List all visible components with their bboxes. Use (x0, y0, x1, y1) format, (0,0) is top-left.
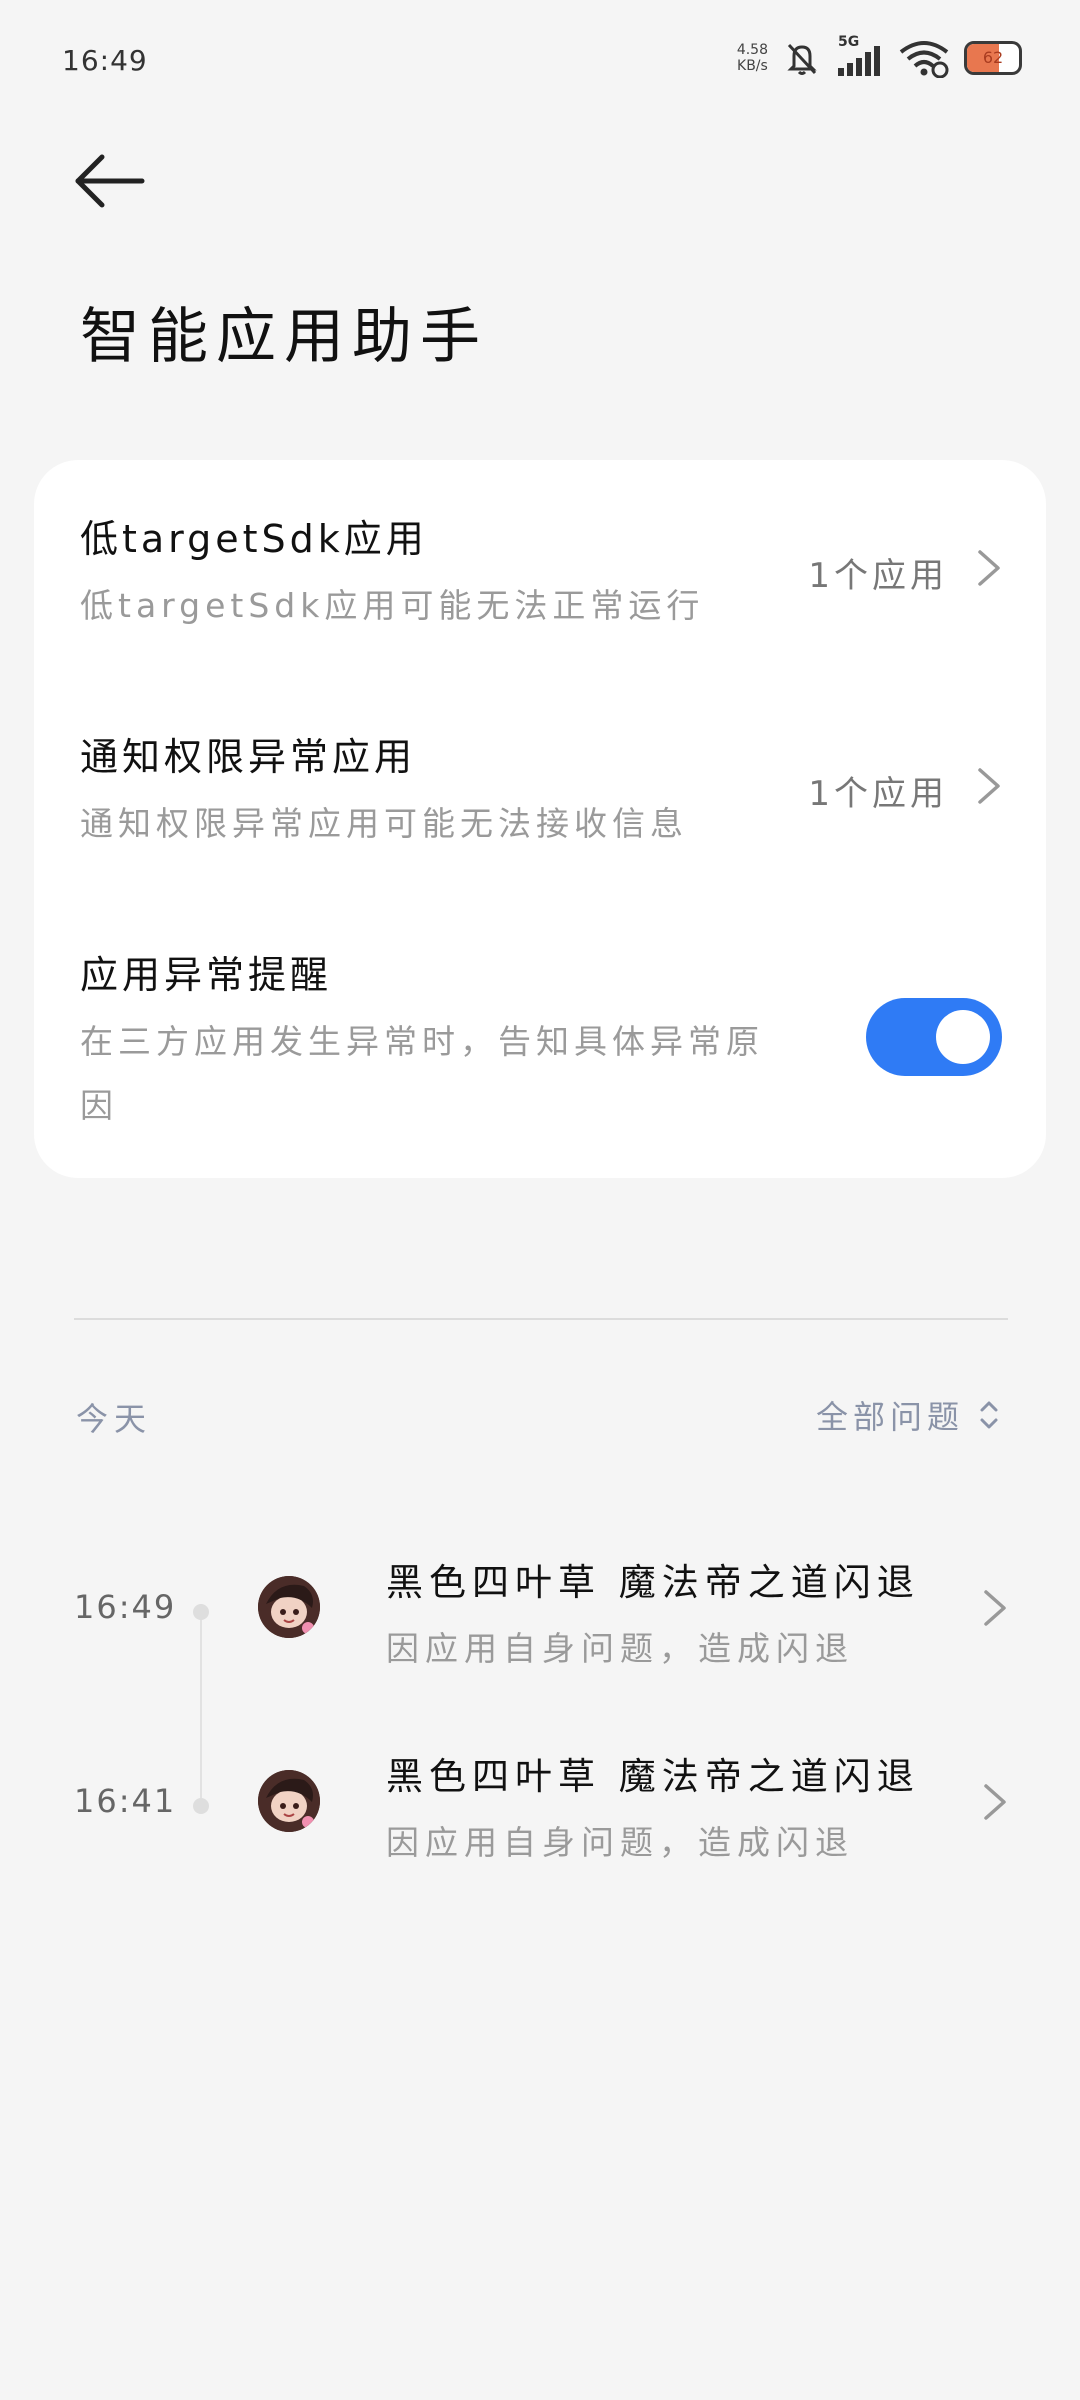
signal-group: 5G (836, 34, 884, 78)
setting-title: 低targetSdk应用 (80, 517, 428, 561)
status-icons: 4.58 KB/s 5G 62 (737, 34, 1022, 78)
chevron-up-down-icon (980, 1401, 998, 1429)
settings-card: 低targetSdk应用 低targetSdk应用可能无法正常运行 1个应用 通… (34, 460, 1046, 1178)
battery-level: 62 (982, 48, 1004, 67)
timeline-dot (193, 1798, 209, 1814)
setting-subtitle: 低targetSdk应用可能无法正常运行 (80, 586, 705, 625)
issue-filter-dropdown[interactable]: 全部问题 (816, 1392, 1000, 1438)
setting-row-low-target-sdk[interactable]: 低targetSdk应用 低targetSdk应用可能无法正常运行 1个应用 (34, 460, 1046, 670)
battery-icon: 62 (964, 41, 1022, 75)
setting-subtitle-line1: 在三方应用发生异常时，告知具体异常原 (80, 1022, 764, 1061)
app-exception-alert-toggle[interactable] (866, 998, 1002, 1076)
event-subtitle: 因应用自身问题，造成闪退 (386, 1823, 854, 1862)
timeline-dot (193, 1604, 209, 1620)
mute-bell-icon (787, 43, 817, 75)
chevron-right-icon (984, 1590, 1006, 1626)
list-item[interactable]: 16:41 黑色四叶草 魔法帝之道闪退 因应用自身问题，造成闪退 (0, 1708, 1080, 1888)
app-icon (258, 1576, 320, 1638)
back-arrow-icon[interactable] (72, 150, 152, 212)
setting-row-notification-permission[interactable]: 通知权限异常应用 通知权限异常应用可能无法接收信息 1个应用 (34, 678, 1046, 888)
section-label-today: 今天 (76, 1400, 153, 1438)
setting-value: 1个应用 (808, 774, 948, 814)
event-time: 16:49 (74, 1588, 177, 1626)
event-title: 黑色四叶草 魔法帝之道闪退 (386, 1561, 920, 1604)
event-title: 黑色四叶草 魔法帝之道闪退 (386, 1755, 920, 1798)
screen: 16:49 4.58 KB/s 5G 62 智能应用助手 低targetSdk应… (0, 0, 1080, 2400)
setting-subtitle-line2: 因 (80, 1086, 118, 1125)
event-subtitle: 因应用自身问题，造成闪退 (386, 1629, 854, 1668)
filter-label: 全部问题 (815, 1398, 964, 1436)
setting-subtitle: 通知权限异常应用可能无法接收信息 (80, 804, 688, 843)
toggle-knob (936, 1010, 990, 1064)
setting-title: 应用异常提醒 (80, 953, 333, 997)
wifi-icon (899, 41, 949, 78)
setting-row-app-exception-alert: 应用异常提醒 在三方应用发生异常时，告知具体异常原 因 (34, 896, 1046, 1178)
signal-icon (838, 46, 880, 76)
setting-value: 1个应用 (808, 556, 948, 596)
event-time: 16:41 (74, 1782, 177, 1820)
status-time: 16:49 (62, 44, 148, 77)
net-speed-unit: KB/s (737, 58, 768, 74)
setting-title: 通知权限异常应用 (80, 735, 417, 779)
status-bar: 16:49 4.58 KB/s 5G 62 (0, 0, 1080, 120)
page-title: 智能应用助手 (80, 302, 488, 372)
list-item[interactable]: 16:49 黑色四叶草 魔法帝之道闪退 因应用自身问题，造成闪退 (0, 1514, 1080, 1694)
app-icon (258, 1770, 320, 1832)
net-speed: 4.58 KB/s (737, 42, 768, 74)
chevron-right-icon (984, 1784, 1006, 1820)
divider (74, 1318, 1008, 1320)
net-speed-value: 4.58 (736, 42, 768, 58)
chevron-right-icon (978, 550, 1000, 586)
chevron-right-icon (978, 768, 1000, 804)
